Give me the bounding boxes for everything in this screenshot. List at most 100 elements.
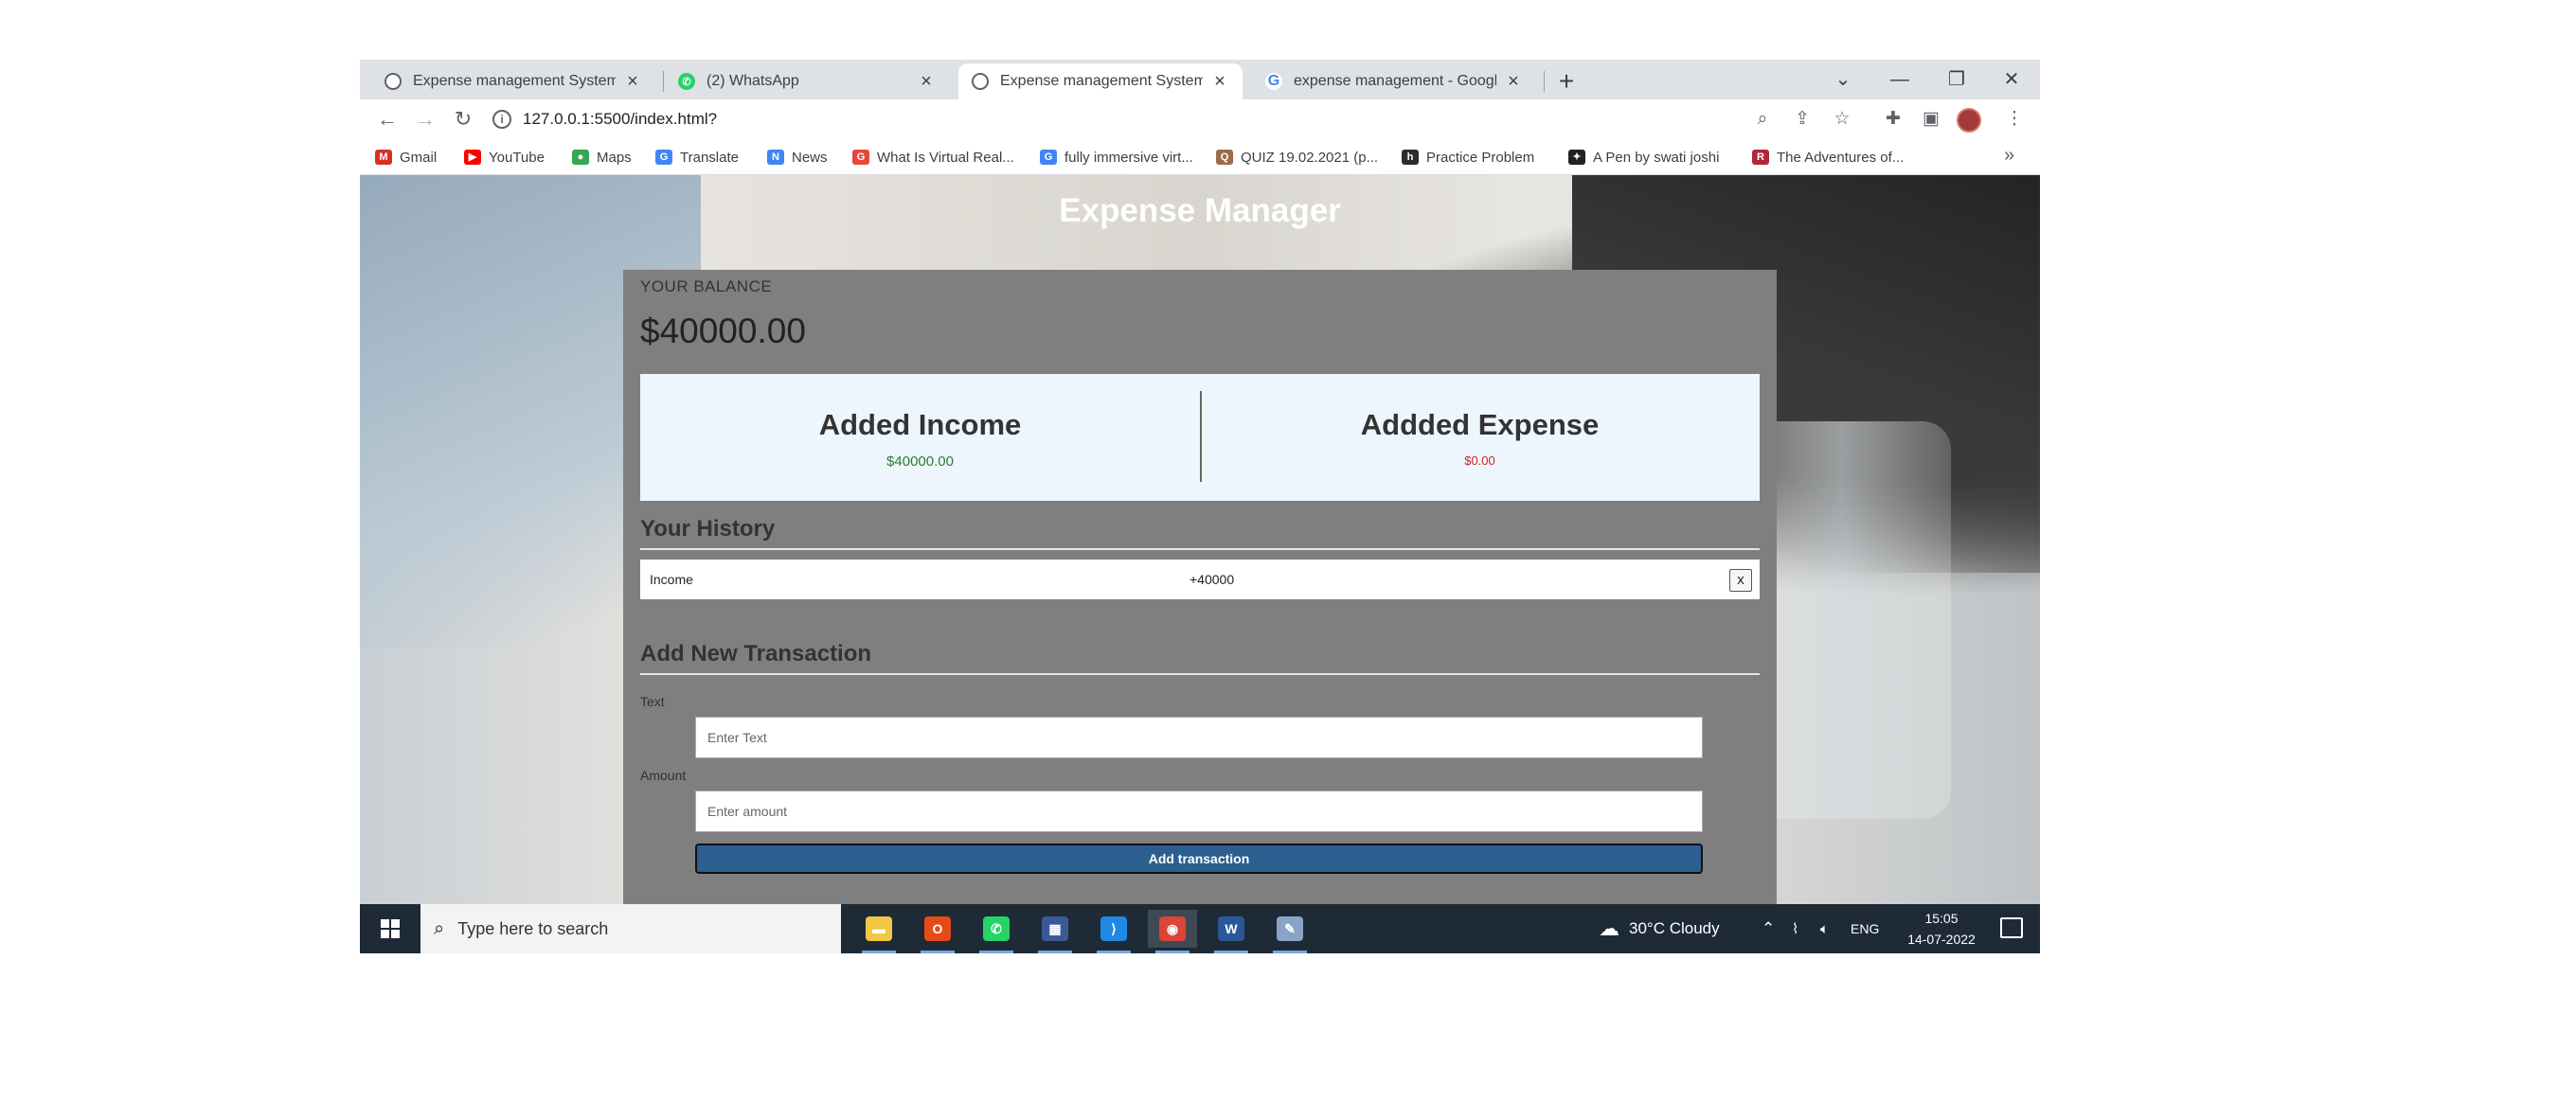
- income-summary: Added Income $40000.00: [640, 374, 1200, 501]
- time: 15:05: [1924, 911, 1959, 926]
- tab-search-icon[interactable]: ⌄: [1815, 65, 1871, 94]
- menu-icon[interactable]: ⋮: [2002, 107, 2027, 132]
- tab-google-search[interactable]: G expense management - Google S ×: [1252, 63, 1536, 99]
- running-indicator: [862, 951, 896, 953]
- close-icon[interactable]: ×: [917, 71, 936, 93]
- amount-label: Amount: [640, 768, 687, 783]
- zoom-icon[interactable]: ⌕: [1750, 107, 1775, 132]
- expense-title: Addded Expense: [1360, 408, 1600, 441]
- network-icon[interactable]: ⌇: [1792, 904, 1798, 953]
- office-icon: O: [924, 916, 951, 941]
- quiz-icon: Q: [1216, 150, 1233, 165]
- close-icon[interactable]: ×: [1504, 71, 1523, 93]
- language-indicator[interactable]: ENG: [1851, 904, 1879, 953]
- bookmark-label: fully immersive virt...: [1064, 149, 1193, 166]
- bookmark-translate[interactable]: G Translate: [655, 147, 739, 168]
- extensions-icon[interactable]: ✚: [1881, 107, 1905, 132]
- star-icon[interactable]: ☆: [1830, 107, 1854, 132]
- cloud-icon: ☁: [1599, 916, 1619, 940]
- bookmark-quiz-19-02-2021-p[interactable]: Q QUIZ 19.02.2021 (p...: [1216, 147, 1378, 168]
- bookmark-maps[interactable]: ● Maps: [572, 147, 632, 168]
- side-panel-icon[interactable]: ▣: [1919, 107, 1943, 132]
- weather-widget[interactable]: ☁ 30°C Cloudy: [1599, 904, 1720, 953]
- taskbar-app-file-explorer[interactable]: ▬: [854, 910, 903, 953]
- add-transaction-button[interactable]: Add transaction: [695, 844, 1703, 874]
- text-input[interactable]: [695, 717, 1703, 758]
- taskbar-app-paint[interactable]: ✎: [1265, 910, 1315, 953]
- text-label: Text: [640, 694, 665, 709]
- word-icon: W: [1218, 916, 1244, 941]
- bookmark-a-pen-by-swati-joshi[interactable]: ✦ A Pen by swati joshi: [1568, 147, 1719, 168]
- screen: Expense management System × ✆ (2) WhatsA…: [360, 60, 2040, 953]
- start-button[interactable]: [360, 904, 420, 953]
- tab-title: Expense management System: [1000, 73, 1203, 89]
- window-close-icon[interactable]: ✕: [1983, 65, 2040, 94]
- file-explorer-icon: ▬: [866, 916, 892, 941]
- bookmark-the-adventures-of[interactable]: R The Adventures of...: [1752, 147, 1904, 168]
- tab-expense-1[interactable]: Expense management System ×: [371, 63, 655, 99]
- bookmark-label: Gmail: [400, 149, 438, 166]
- taskbar-app-calculator-app[interactable]: ▦: [1030, 910, 1080, 953]
- back-icon[interactable]: ←: [373, 105, 402, 133]
- page-title: Expense Manager: [1059, 192, 1341, 229]
- income-title: Added Income: [818, 408, 1022, 441]
- forward-icon[interactable]: →: [411, 105, 439, 133]
- whatsapp-icon: ✆: [983, 916, 1010, 941]
- info-icon[interactable]: i: [492, 110, 511, 129]
- running-indicator: [921, 951, 955, 953]
- bookmark-label: YouTube: [489, 149, 545, 166]
- gmail-icon: M: [375, 150, 392, 165]
- taskbar-app-word[interactable]: W: [1207, 910, 1256, 953]
- balance-amount: $40000.00: [640, 311, 806, 350]
- delete-button[interactable]: x: [1729, 569, 1752, 592]
- url-text: 127.0.0.1:5500/index.html?: [523, 110, 718, 128]
- amount-input[interactable]: [695, 791, 1703, 832]
- tab-title: expense management - Google S: [1294, 73, 1496, 89]
- more-bookmarks-icon[interactable]: »: [2004, 145, 2014, 167]
- volume-icon[interactable]: 🔈︎: [1820, 904, 1829, 953]
- site-icon: G: [852, 150, 869, 165]
- news-icon: N: [767, 150, 784, 165]
- taskbar-search[interactable]: ⌕ Type here to search: [420, 904, 841, 953]
- site-icon: R: [1752, 150, 1769, 165]
- avatar[interactable]: [1957, 108, 1981, 133]
- new-tab-button[interactable]: +: [1551, 67, 1582, 98]
- taskbar-app-chrome[interactable]: ◉: [1148, 910, 1197, 953]
- close-icon[interactable]: ×: [1210, 71, 1229, 93]
- paint-icon: ✎: [1277, 916, 1303, 941]
- running-indicator: [979, 951, 1013, 953]
- translate-icon: G: [655, 150, 672, 165]
- calculator-app-icon: ▦: [1042, 916, 1068, 941]
- bookmark-practice-problem[interactable]: h Practice Problem: [1402, 147, 1534, 168]
- close-icon[interactable]: ×: [623, 71, 642, 93]
- tab-whatsapp[interactable]: ✆ (2) WhatsApp ×: [665, 63, 949, 99]
- address-bar[interactable]: i 127.0.0.1:5500/index.html?: [492, 103, 1780, 135]
- bookmark-what-is-virtual-real[interactable]: G What Is Virtual Real...: [852, 147, 1014, 168]
- bookmark-news[interactable]: N News: [767, 147, 828, 168]
- share-icon[interactable]: ⇪: [1790, 107, 1815, 132]
- bookmark-label: Practice Problem: [1426, 149, 1535, 166]
- divider: [640, 548, 1760, 550]
- restore-icon[interactable]: ❐: [1928, 65, 1985, 94]
- globe-icon: [385, 73, 402, 90]
- vscode-icon: ⟩: [1100, 916, 1127, 941]
- reload-icon[interactable]: ↻: [449, 105, 477, 133]
- show-hidden-icons[interactable]: ⌃: [1762, 904, 1775, 953]
- notification-icon[interactable]: [2000, 917, 2023, 938]
- hackerrank-icon: h: [1402, 150, 1419, 165]
- taskbar-app-office[interactable]: O: [913, 910, 962, 953]
- balance-label: YOUR BALANCE: [640, 277, 773, 295]
- tab-expense-active[interactable]: Expense management System ×: [958, 63, 1243, 99]
- browser-toolbar: ← → ↻ i 127.0.0.1:5500/index.html? ⌕ ⇪ ☆…: [360, 99, 2040, 139]
- bookmark-gmail[interactable]: M Gmail: [375, 147, 437, 168]
- expense-panel: YOUR BALANCE $40000.00 Added Income $400…: [623, 270, 1777, 904]
- minimize-icon[interactable]: —: [1871, 65, 1928, 94]
- bookmark-fully-immersive-virt[interactable]: Gfully immersive virt...: [1040, 147, 1193, 168]
- expense-summary: Addded Expense $0.00: [1200, 374, 1760, 501]
- search-icon: ⌕: [434, 917, 445, 939]
- taskbar-app-whatsapp[interactable]: ✆: [972, 910, 1021, 953]
- clock[interactable]: 15:05 14-07-2022: [1894, 908, 1989, 950]
- taskbar-app-vscode[interactable]: ⟩: [1089, 910, 1138, 953]
- bookmark-youtube[interactable]: ▶ YouTube: [464, 147, 545, 168]
- youtube-icon: ▶: [464, 150, 481, 165]
